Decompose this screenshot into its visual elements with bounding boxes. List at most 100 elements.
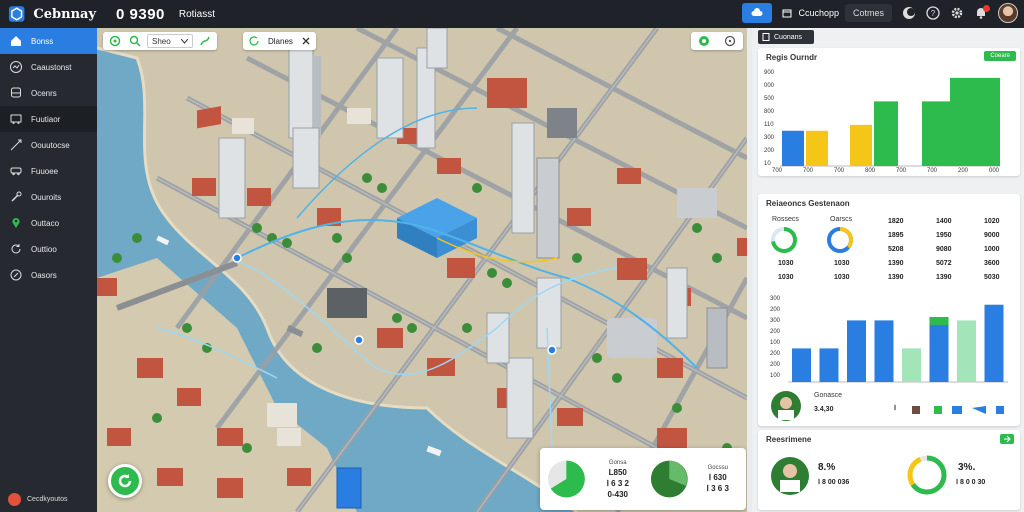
sidebar-footer[interactable]: Cecdkyoutos: [8, 493, 67, 506]
chart2-bar: [929, 317, 949, 382]
refresh-icon[interactable]: [248, 35, 260, 47]
panel-tab[interactable]: Cuonans: [758, 30, 814, 44]
brand[interactable]: Cebnnay: [0, 5, 96, 23]
vehicle-icon: [10, 167, 22, 176]
stats-cell: 9000: [984, 232, 1000, 239]
stats-cell: 5030: [984, 274, 1000, 281]
route-icon: [10, 139, 22, 151]
summary-value-right: Ⅰ 8 0 0 30: [956, 479, 986, 486]
summary-card: Reesrimene 8.% Ⅰ 8 00 036 3%. Ⅰ 8 0 0 30: [758, 430, 1020, 510]
photo-thumbnail: [771, 391, 801, 421]
help-icon: ?: [926, 6, 940, 20]
close-icon[interactable]: [301, 36, 311, 46]
left-pie-chart: [547, 460, 585, 498]
chart1-xtick: 700: [834, 168, 845, 174]
sidebar-item-label: Fuutiaor: [31, 114, 61, 124]
chart2-footer-label: Gonasce: [814, 392, 843, 399]
search-map-button[interactable]: [127, 34, 143, 48]
left-card-label: Gonsa: [608, 459, 627, 466]
chart2-ytick: 300: [770, 318, 781, 324]
layers-button[interactable]: [107, 34, 123, 48]
right-card-value: Ⅰ 630: [708, 473, 727, 482]
sidebar-item-label: Bonss: [31, 36, 54, 46]
top-subtitle: Rotiasst: [178, 8, 216, 20]
stats-cell: 3600: [984, 260, 1000, 267]
chart2-bar: [874, 320, 894, 382]
fullscreen-icon[interactable]: [724, 35, 736, 47]
chart-icon: [10, 61, 22, 73]
chart1-chip[interactable]: Coeare: [984, 51, 1016, 61]
chart1-xtick: 700: [772, 168, 783, 174]
calendar-icon[interactable]: [782, 8, 792, 18]
chart2-footer: Gonasce 3.4,30 Ⅰ: [768, 390, 1018, 424]
chart1-plot: [780, 77, 1000, 167]
chart1-ytick: 300: [764, 135, 775, 141]
chart2-plot: [788, 304, 1008, 383]
sidebar-item-tools[interactable]: Ouuroits: [0, 184, 97, 210]
chart1-xtick: 700: [927, 168, 938, 174]
logo-icon: [8, 6, 25, 22]
stats-cell: 5208: [888, 246, 904, 253]
sidebar-item-vehicles[interactable]: Fuuoee: [0, 158, 97, 184]
chart1-ytick: 800: [764, 109, 775, 115]
add-fab-button[interactable]: [108, 464, 142, 498]
sidebar-item-home[interactable]: Bonss: [0, 28, 97, 54]
stats-left-value: 1030: [778, 260, 794, 267]
cloud-button[interactable]: [742, 3, 773, 23]
layers-icon: [109, 35, 121, 47]
route-icon: [10, 269, 22, 281]
route-tool-button[interactable]: [197, 34, 213, 48]
sidebar-item-locations[interactable]: Outtaco: [0, 210, 97, 236]
map-filter-group: Dlanes: [243, 32, 316, 50]
sidebar-item-fleet[interactable]: Fuutiaor: [0, 106, 97, 132]
chart2-ytick: 300: [770, 296, 781, 302]
donut-right: [827, 227, 853, 253]
chart2-ytick: 200: [770, 307, 781, 313]
stats-cell: 1400: [936, 218, 952, 225]
stats-cell: 1000: [984, 246, 1000, 253]
chart1-ytick: 000: [764, 83, 775, 89]
legend-swatches: [912, 406, 1004, 414]
top-bar: Cebnnay 0 9390 Rotiasst Ccuchopp Cotmes …: [0, 0, 1024, 28]
stats-cell: 5072: [936, 260, 952, 267]
refresh-icon: [118, 474, 132, 488]
sidebar-item-orders[interactable]: Ocenrs: [0, 80, 97, 106]
help-button[interactable]: ?: [926, 6, 940, 20]
avatar[interactable]: [998, 3, 1018, 23]
map-toolbar: Sheo: [103, 32, 217, 50]
locate-icon[interactable]: [698, 35, 710, 47]
map-filter-label[interactable]: Dlanes: [268, 37, 293, 46]
stats-cell: 1020: [984, 218, 1000, 225]
search-label: Ccuchopp: [798, 8, 839, 18]
notifications-button[interactable]: [974, 5, 990, 20]
right-pie-chart: [650, 460, 688, 498]
chart1-ytick: 500: [764, 96, 775, 102]
tools-icon: [11, 191, 22, 202]
search-input[interactable]: Cotmes: [844, 4, 892, 22]
stats-cell: 1390: [936, 274, 952, 281]
city-map[interactable]: Sheo Dlanes Gonsa L850 Ⅰ 6 3 2 0-430 Goc…: [97, 28, 747, 512]
sidebar-item-operations[interactable]: Oasors: [0, 262, 97, 288]
stats-left-value: 1030: [834, 274, 850, 281]
chart2-bar: [819, 348, 839, 382]
cloud-icon: [751, 8, 763, 16]
map-view-select[interactable]: Sheo: [147, 34, 193, 48]
settings-button[interactable]: [950, 6, 964, 20]
summary-title: Reesrimene: [766, 435, 812, 444]
stats-left-value: 1030: [834, 260, 850, 267]
chart2-ytick: 200: [770, 362, 781, 368]
search-icon: [129, 35, 141, 47]
sidebar-item-routes[interactable]: Oouutocse: [0, 132, 97, 158]
sidebar-item-label: Ocenrs: [31, 88, 57, 98]
app-name: Cebnnay: [33, 6, 96, 22]
stats-cell: 1895: [888, 232, 904, 239]
sidebar-item-dashboard[interactable]: Caaustonst: [0, 54, 97, 80]
chart2-bar: [957, 320, 976, 382]
chart2-bar: [902, 348, 921, 382]
export-icon[interactable]: [1000, 434, 1014, 444]
chart1-xtick: 800: [865, 168, 876, 174]
stats-cell: 1390: [888, 260, 904, 267]
chart2-ytick: 100: [770, 373, 781, 379]
sidebar-item-sync[interactable]: Outtioo: [0, 236, 97, 262]
toggle-button[interactable]: [902, 6, 916, 20]
